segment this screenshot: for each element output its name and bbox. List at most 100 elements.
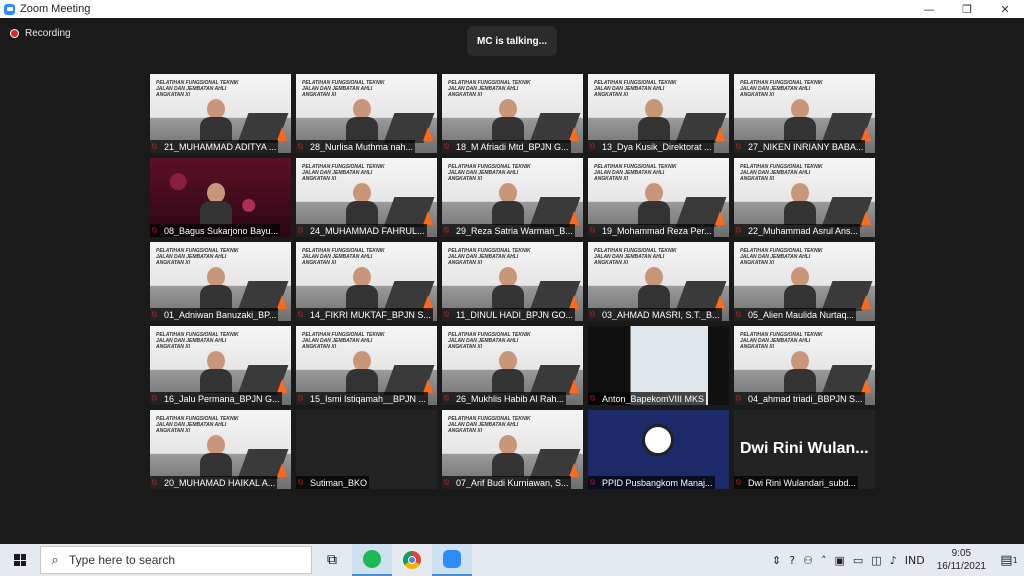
participant-tile[interactable]: PELATIHAN FUNGSIONAL TEKNIK JALAN DAN JE… [442, 74, 583, 153]
virtual-background-heading: PELATIHAN FUNGSIONAL TEKNIK JALAN DAN JE… [448, 164, 531, 182]
participant-name: 28_Nurlisa Muthma nah... [310, 141, 414, 152]
muted-mic-icon: ⍉ [590, 394, 595, 403]
muted-mic-icon: ⍉ [444, 394, 449, 403]
participant-nameplate: ⍉ Dwi Rini Wulandari_subd... [734, 476, 858, 489]
participant-tile[interactable]: PELATIHAN FUNGSIONAL TEKNIK JALAN DAN JE… [150, 326, 291, 405]
recording-indicator[interactable]: Recording [10, 28, 71, 39]
participant-tile[interactable]: PELATIHAN FUNGSIONAL TEKNIK JALAN DAN JE… [442, 410, 583, 489]
participant-nameplate: ⍉ 27_NIKEN INRIANY BABA... [734, 140, 866, 153]
participant-tile[interactable]: PELATIHAN FUNGSIONAL TEKNIK JALAN DAN JE… [734, 326, 875, 405]
traffic-cone-graphic [277, 295, 287, 309]
participant-tile[interactable]: ⍉ Sutiman_BKO [296, 410, 437, 489]
participant-tile[interactable]: Dwi Rini Wulan... ⍉ Dwi Rini Wulandari_sub… [734, 410, 875, 489]
virtual-background-heading: PELATIHAN FUNGSIONAL TEKNIK JALAN DAN JE… [156, 80, 239, 98]
participant-name: 27_NIKEN INRIANY BABA... [748, 141, 864, 152]
notification-center-button[interactable]: ▤ 1 [994, 544, 1024, 576]
muted-mic-icon: ⍉ [298, 226, 303, 235]
participant-tile[interactable]: PELATIHAN FUNGSIONAL TEKNIK JALAN DAN JE… [296, 74, 437, 153]
traffic-cone-graphic [861, 127, 871, 141]
participant-tile[interactable]: PELATIHAN FUNGSIONAL TEKNIK JALAN DAN JE… [588, 242, 729, 321]
participant-name: 19_Mohammad Reza Per... [602, 225, 712, 236]
muted-mic-icon: ⍉ [736, 478, 741, 487]
participant-tile[interactable]: PELATIHAN FUNGSIONAL TEKNIK JALAN DAN JE… [588, 74, 729, 153]
participant-display-name: Dwi Rini Wulan... [740, 440, 869, 457]
volume-icon[interactable]: ♪ [890, 554, 897, 567]
participant-nameplate: ⍉ 16_Jalu Permana_BPJN G... [150, 392, 282, 405]
record-icon [10, 29, 19, 38]
recording-label: Recording [25, 28, 71, 39]
language-indicator[interactable]: IND [905, 554, 925, 567]
participant-video [200, 351, 232, 393]
system-tray: ⇕ ? ⚇ ˄ ▣ ▭ ◫ ♪ IND 9:05 16/11/2021 ▤ 1 [768, 544, 1024, 576]
participant-nameplate: ⍉ 22_Muhammad Asrul Ans... [734, 224, 861, 237]
participant-tile[interactable]: ⍉ PPID Pusbangkom Manaj... [588, 410, 729, 489]
participant-tile[interactable]: ⍉ 08_Bagus Sukarjono Bayu... [150, 158, 291, 237]
spotify-taskbar-button[interactable] [352, 544, 392, 576]
participant-nameplate: ⍉ Sutiman_BKO [296, 476, 370, 489]
participant-name: Dwi Rini Wulandari_subd... [748, 477, 856, 488]
battery-icon[interactable]: ▭ [853, 554, 863, 567]
participant-tile[interactable]: PELATIHAN FUNGSIONAL TEKNIK JALAN DAN JE… [150, 242, 291, 321]
participant-tile[interactable]: PELATIHAN FUNGSIONAL TEKNIK JALAN DAN JE… [734, 74, 875, 153]
virtual-background-heading: PELATIHAN FUNGSIONAL TEKNIK JALAN DAN JE… [156, 332, 239, 350]
participant-tile[interactable]: PELATIHAN FUNGSIONAL TEKNIK JALAN DAN JE… [734, 158, 875, 237]
tray-arrows-icon[interactable]: ⇕ [772, 554, 781, 567]
participant-name: 18_M Afriadi Mtd_BPJN G... [456, 141, 569, 152]
zoom-icon [443, 550, 461, 568]
start-button[interactable] [0, 544, 40, 576]
virtual-background-heading: PELATIHAN FUNGSIONAL TEKNIK JALAN DAN JE… [740, 332, 823, 350]
participant-nameplate: ⍉ 15_Ismi Istiqamah__BPJN ... [296, 392, 429, 405]
virtual-background-heading: PELATIHAN FUNGSIONAL TEKNIK JALAN DAN JE… [448, 80, 531, 98]
people-icon[interactable]: ⚇ [803, 554, 813, 567]
help-icon[interactable]: ? [789, 554, 795, 567]
clock[interactable]: 9:05 16/11/2021 [937, 547, 986, 573]
close-button[interactable]: ✕ [986, 0, 1024, 18]
app-tray-icon[interactable]: ▣ [834, 554, 844, 567]
participant-tile[interactable]: PELATIHAN FUNGSIONAL TEKNIK JALAN DAN JE… [588, 158, 729, 237]
traffic-cone-graphic [569, 211, 579, 225]
participant-nameplate: ⍉ 08_Bagus Sukarjono Bayu... [150, 224, 281, 237]
participant-tile[interactable]: ⍉ Anton_BapekomVIII MKS [588, 326, 729, 405]
participant-name: 24_MUHAMMAD FAHRUL... [310, 225, 425, 236]
participant-tile[interactable]: PELATIHAN FUNGSIONAL TEKNIK JALAN DAN JE… [734, 242, 875, 321]
participant-tile[interactable]: PELATIHAN FUNGSIONAL TEKNIK JALAN DAN JE… [150, 74, 291, 153]
participant-tile[interactable]: PELATIHAN FUNGSIONAL TEKNIK JALAN DAN JE… [296, 242, 437, 321]
traffic-cone-graphic [277, 127, 287, 141]
minimize-button[interactable]: — [910, 0, 948, 18]
participant-tile[interactable]: PELATIHAN FUNGSIONAL TEKNIK JALAN DAN JE… [150, 410, 291, 489]
participant-name: 01_Adniwan Banuzaki_BP... [164, 309, 277, 320]
participant-tile[interactable]: PELATIHAN FUNGSIONAL TEKNIK JALAN DAN JE… [442, 326, 583, 405]
participant-nameplate: ⍉ 21_MUHAMMAD ADITYA ... [150, 140, 279, 153]
maximize-button[interactable]: ❐ [948, 0, 986, 18]
participant-nameplate: ⍉ 18_M Afriadi Mtd_BPJN G... [442, 140, 571, 153]
participant-name: 22_Muhammad Asrul Ans... [748, 225, 859, 236]
network-icon[interactable]: ◫ [871, 554, 881, 567]
chevron-up-icon[interactable]: ˄ [821, 554, 827, 567]
chrome-taskbar-button[interactable] [392, 544, 432, 576]
notification-count: 1 [1012, 555, 1018, 565]
traffic-cone-graphic [569, 127, 579, 141]
zoom-taskbar-button[interactable] [432, 544, 472, 576]
participant-tile[interactable]: PELATIHAN FUNGSIONAL TEKNIK JALAN DAN JE… [296, 158, 437, 237]
participant-nameplate: ⍉ 29_Reza Satria Warman_B... [442, 224, 575, 237]
task-view-icon[interactable]: ⧉ [312, 544, 352, 576]
participant-name: 15_Ismi Istiqamah__BPJN ... [310, 393, 427, 404]
virtual-background-heading: PELATIHAN FUNGSIONAL TEKNIK JALAN DAN JE… [302, 332, 385, 350]
participant-tile[interactable]: PELATIHAN FUNGSIONAL TEKNIK JALAN DAN JE… [442, 242, 583, 321]
participant-nameplate: ⍉ 11_DINUL HADI_BPJN GO... [442, 308, 576, 321]
muted-mic-icon: ⍉ [590, 478, 595, 487]
participant-nameplate: ⍉ 13_Dya Kusik_Direktorat ... [588, 140, 714, 153]
clock-time: 9:05 [951, 548, 972, 559]
virtual-background-heading: PELATIHAN FUNGSIONAL TEKNIK JALAN DAN JE… [302, 248, 385, 266]
participant-nameplate: ⍉ 26_Mukhlis Habib Al Rah... [442, 392, 567, 405]
taskbar-search[interactable]: ⌕ Type here to search [40, 546, 312, 574]
muted-mic-icon: ⍉ [298, 394, 303, 403]
virtual-background-heading: PELATIHAN FUNGSIONAL TEKNIK JALAN DAN JE… [448, 332, 531, 350]
participant-tile[interactable]: PELATIHAN FUNGSIONAL TEKNIK JALAN DAN JE… [296, 326, 437, 405]
notification-icon: ▤ [1000, 552, 1013, 568]
traffic-cone-graphic [861, 295, 871, 309]
title-bar: Zoom Meeting — ❐ ✕ [0, 0, 1024, 18]
muted-mic-icon: ⍉ [736, 310, 741, 319]
participant-video [784, 267, 816, 309]
participant-tile[interactable]: PELATIHAN FUNGSIONAL TEKNIK JALAN DAN JE… [442, 158, 583, 237]
